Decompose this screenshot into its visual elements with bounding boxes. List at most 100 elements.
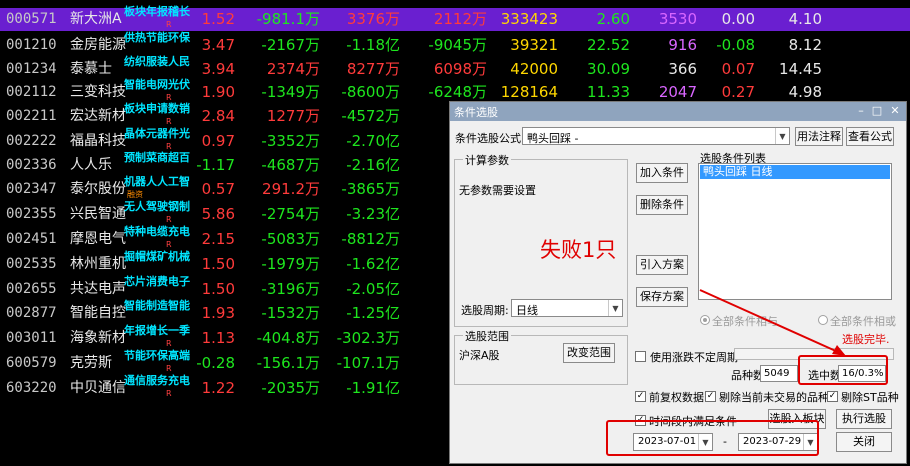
stock-v2: -4572万 <box>341 107 400 125</box>
restore-icon[interactable]: □ <box>870 104 884 118</box>
all-or-label: 全部条件相或 <box>830 315 896 328</box>
save-plan-button[interactable]: 保存方案 <box>636 287 688 307</box>
stock-v1: -2035万 <box>261 379 320 397</box>
exclude-untraded-label: 剔除当前未交易的品种 <box>719 391 829 404</box>
view-formula-button[interactable]: 查看公式 <box>846 127 894 146</box>
stock-code: 002535 <box>6 256 57 272</box>
formula-select[interactable]: 鸭头回踩 - ▼ <box>522 127 790 145</box>
prev-restore-checkbox[interactable]: ✓ <box>635 391 646 402</box>
condition-list[interactable]: 鸭头回踩 日线 <box>698 163 892 300</box>
stock-sname: 克劳斯 <box>70 355 112 371</box>
stock-sname: 兴民智通 <box>70 206 126 222</box>
stock-v4: 42000 <box>510 60 558 78</box>
stock-sname: 中贝通信 <box>70 380 126 396</box>
stock-row[interactable]: 001210 金房能源 供热节能环保 3.47 -2167万 -1.18亿 -9045万 39… <box>0 31 910 57</box>
stock-v2: 8277万 <box>346 60 400 78</box>
all-or-radio[interactable] <box>818 315 828 325</box>
stock-code: 000571 <box>6 11 57 27</box>
stock-pct: 1.93 <box>201 304 235 322</box>
stock-tag: 年报增长一季 <box>124 324 190 337</box>
scope-value: 沪深A股 <box>459 349 500 362</box>
stock-pct: 0.57 <box>201 180 235 198</box>
add-condition-button[interactable]: 加入条件 <box>636 163 688 183</box>
delete-condition-button[interactable]: 删除条件 <box>636 195 688 215</box>
exclude-st-label: 剔除ST品种 <box>841 391 899 404</box>
stock-pct: 1.13 <box>201 329 235 347</box>
close-button[interactable]: 关闭 <box>836 432 892 452</box>
stock-v8: 14.45 <box>779 60 822 78</box>
r-badge: R <box>166 389 172 398</box>
stock-tag: 板块年报稽长 <box>124 5 190 18</box>
prev-restore-label: 前复权数据 <box>649 391 704 404</box>
stock-sname: 泰慕士 <box>70 61 112 77</box>
dialog-titlebar[interactable]: 条件选股 – □ ✕ <box>450 102 906 121</box>
stock-code: 002112 <box>6 84 57 100</box>
stock-v1: -2167万 <box>261 36 320 54</box>
stock-v2: -1.18亿 <box>346 36 400 54</box>
stock-v2: -3865万 <box>341 180 400 198</box>
stock-pct: -0.28 <box>196 354 235 372</box>
stock-v3: 6098万 <box>433 60 487 78</box>
stock-tag: 预制菜商超百 <box>124 151 190 164</box>
done-status-text: 选股完毕. <box>842 333 890 346</box>
stock-v2: -8600万 <box>341 83 400 101</box>
uncertain-period-label: 使用涨跌不定周期 <box>650 351 738 364</box>
r-badge: R <box>166 142 172 151</box>
stock-sname: 共达电声 <box>70 281 126 297</box>
stock-code: 002877 <box>6 305 57 321</box>
stock-v2: -1.25亿 <box>346 304 400 322</box>
uncertain-period-checkbox[interactable] <box>635 351 646 362</box>
date-range-highlight <box>606 420 819 456</box>
stock-v3: 2112万 <box>433 10 487 28</box>
stock-v1: -404.8万 <box>256 329 320 347</box>
r-badge: R <box>166 20 172 29</box>
stock-code: 600579 <box>6 355 57 371</box>
close-icon[interactable]: ✕ <box>888 104 902 118</box>
scope-group-title: 选股范围 <box>463 328 511 344</box>
stock-row[interactable]: 000571 新大洲A 板块年报稽长 R 1.52 -981.1万 3376万 2112万 33… <box>0 5 910 31</box>
stock-v2: -3.23亿 <box>346 205 400 223</box>
exclude-st-checkbox[interactable]: ✓ <box>827 391 838 402</box>
stock-v2: -8812万 <box>341 230 400 248</box>
r-badge: R <box>166 117 172 126</box>
stock-v4: 333423 <box>500 10 558 28</box>
period-select[interactable]: 日线 ▼ <box>511 299 623 317</box>
stock-v1: -981.1万 <box>256 10 320 28</box>
stock-code: 001234 <box>6 61 57 77</box>
no-params-text: 无参数需要设置 <box>459 184 536 197</box>
stock-v2: -2.05亿 <box>346 280 400 298</box>
stock-v1: -156.1万 <box>256 354 320 372</box>
stock-v1: -4687万 <box>261 156 320 174</box>
stock-tag: 智能电网光伏 <box>124 78 190 91</box>
stock-sname: 人人乐 <box>70 157 112 173</box>
stock-v7: 0.07 <box>721 60 755 78</box>
stock-tag: 特种电缆充电 <box>124 225 190 238</box>
r-badge: R <box>166 215 172 224</box>
stock-v1: -3352万 <box>261 132 320 150</box>
period-select-value: 日线 <box>516 304 538 317</box>
stock-v5: 22.52 <box>587 36 630 54</box>
stock-tag: 无人驾驶钢制 <box>124 200 190 213</box>
stock-tag: 晶体元器件光 <box>124 127 190 140</box>
execute-select-button[interactable]: 执行选股 <box>836 409 892 429</box>
stock-pct: 5.86 <box>201 205 235 223</box>
stock-v2: -1.62亿 <box>346 255 400 273</box>
change-scope-button[interactable]: 改变范围 <box>563 343 615 363</box>
stock-v5: 30.09 <box>587 60 630 78</box>
stock-code: 002451 <box>6 231 57 247</box>
minimize-icon[interactable]: – <box>854 104 868 118</box>
stock-code: 002222 <box>6 133 57 149</box>
stock-pct: 1.52 <box>201 10 235 28</box>
stock-v3: -9045万 <box>428 36 487 54</box>
stock-v2: -302.3万 <box>336 329 400 347</box>
import-plan-button[interactable]: 引入方案 <box>636 255 688 275</box>
r-badge: R <box>166 93 172 102</box>
condition-list-item[interactable]: 鸭头回踩 日线 <box>700 165 890 179</box>
all-and-radio[interactable] <box>700 315 710 325</box>
chevron-down-icon: ▼ <box>775 128 789 144</box>
stock-code: 002336 <box>6 157 57 173</box>
exclude-untraded-checkbox[interactable]: ✓ <box>705 391 716 402</box>
stock-pct: -1.17 <box>196 156 235 174</box>
help-button[interactable]: 用法注释 <box>795 127 843 146</box>
stock-code: 003011 <box>6 330 57 346</box>
